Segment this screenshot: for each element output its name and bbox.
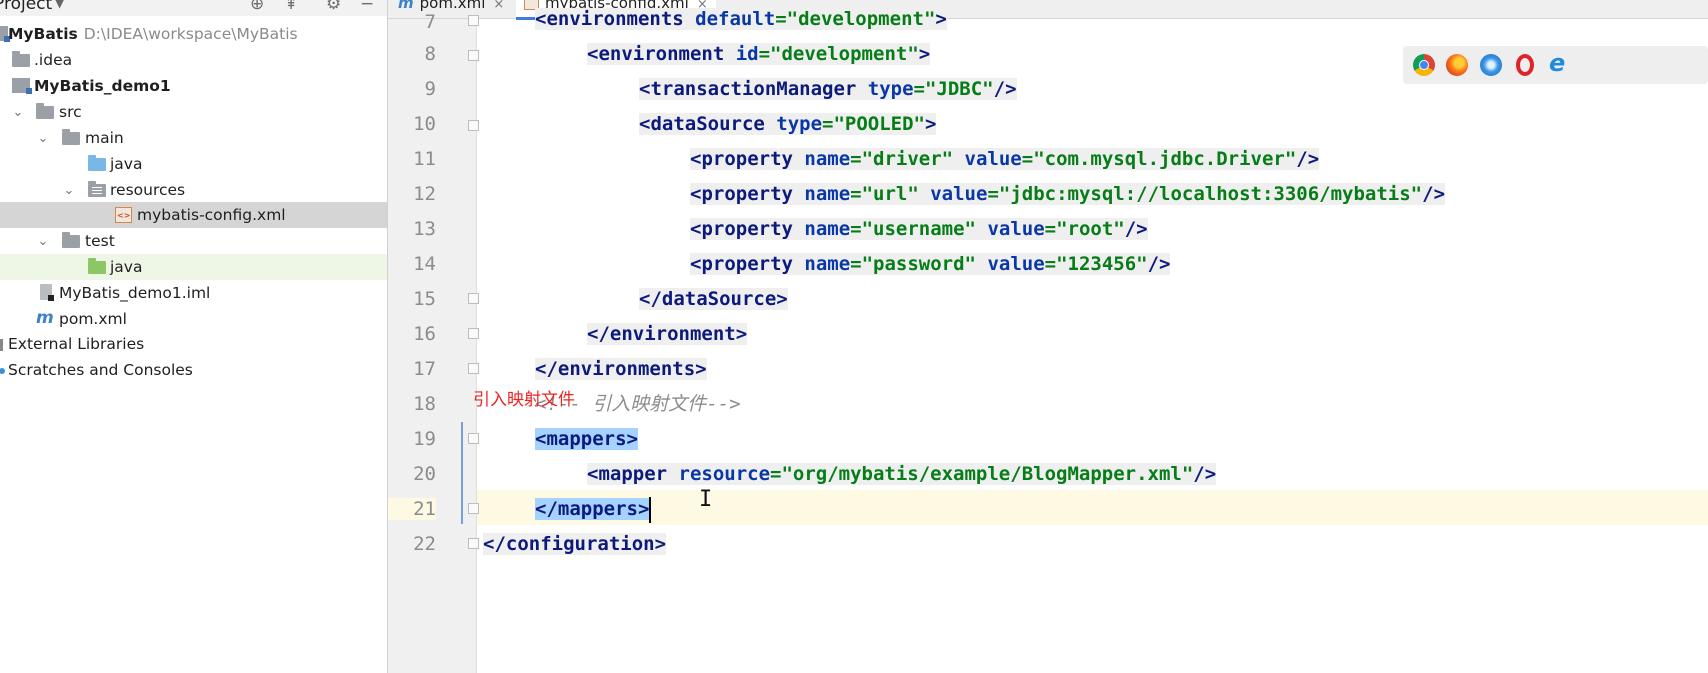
line-number: 10 xyxy=(413,113,436,135)
resources-folder-icon xyxy=(88,181,106,197)
hide-icon[interactable]: − xyxy=(360,0,374,14)
line-number: 12 xyxy=(413,183,436,205)
tree-item-label: java xyxy=(110,155,143,173)
code-line: <mappers> xyxy=(535,428,638,450)
tree-item-iml[interactable]: MyBatis_demo1.iml xyxy=(0,280,387,306)
code-line: <environment id="development"> xyxy=(587,43,931,65)
tree-item-mybatis-demo1[interactable]: MyBatis_demo1 xyxy=(0,73,387,99)
text-cursor-icon: I xyxy=(699,487,713,512)
project-panel-header: Project ▼ ⊕ ⇞ ⚙ − xyxy=(0,0,387,16)
chevron-down-icon[interactable]: ▼ xyxy=(55,0,64,10)
tree-item-label: External Libraries xyxy=(8,335,145,353)
code-line: </environment> xyxy=(587,323,748,345)
project-panel-title[interactable]: Project xyxy=(0,0,52,14)
tree-item-label: test xyxy=(85,232,115,250)
change-marker xyxy=(461,422,463,524)
project-panel: Project ▼ ⊕ ⇞ ⚙ − MyBatis D:\IDEA\workspa… xyxy=(0,0,388,673)
tree-item-label: main xyxy=(85,129,124,147)
scratches-icon xyxy=(0,368,5,374)
code-line: <transactionManager type="JDBC"/> xyxy=(639,78,1017,100)
code-line: <property name="username" value="root"/> xyxy=(690,218,1148,240)
code-line: </dataSource> xyxy=(639,288,788,310)
close-icon[interactable]: × xyxy=(493,0,504,12)
locate-icon[interactable]: ⊕ xyxy=(250,0,264,14)
tree-item-idea[interactable]: .idea xyxy=(0,47,387,73)
tree-item-external-libraries[interactable]: External Libraries xyxy=(0,331,387,357)
tree-item-java-test[interactable]: java xyxy=(0,254,387,280)
opera-icon[interactable] xyxy=(1516,54,1534,76)
code-line: </configuration> xyxy=(483,533,667,555)
code-line: </environments> xyxy=(535,358,707,380)
code-editor[interactable]: <environments default="development"> <en… xyxy=(477,8,1708,673)
line-number: 16 xyxy=(413,323,436,345)
line-number: 20 xyxy=(413,463,436,485)
tree-item-label: MyBatis xyxy=(8,25,78,43)
tree-item-main[interactable]: ⌄ main xyxy=(0,125,387,151)
chevron-down-icon[interactable]: ⌄ xyxy=(36,234,50,249)
code-line: <property name="driver" value="com.mysql… xyxy=(690,148,1320,170)
tree-item-src[interactable]: ⌄ src xyxy=(0,99,387,125)
tree-item-label: src xyxy=(59,103,82,121)
line-number: 18 xyxy=(413,393,436,415)
overlay-caption: 引入映射文件 xyxy=(473,390,575,410)
folder-icon xyxy=(62,232,80,248)
safari-icon[interactable] xyxy=(1480,54,1502,76)
line-number: 7 xyxy=(424,11,436,33)
xml-file-icon xyxy=(115,207,132,223)
chevron-down-icon[interactable]: ⌄ xyxy=(36,131,50,146)
test-source-folder-icon xyxy=(88,258,106,274)
tree-item-label: .idea xyxy=(34,51,73,69)
tree-item-label: MyBatis_demo1.iml xyxy=(59,284,211,302)
line-number: 11 xyxy=(413,148,436,170)
tree-item-label: pom.xml xyxy=(59,310,127,328)
code-line: <dataSource type="POOLED"> xyxy=(639,113,937,135)
line-number: 19 xyxy=(413,428,436,450)
tree-item-label: java xyxy=(110,258,143,276)
folder-icon xyxy=(12,51,30,67)
line-number: 13 xyxy=(413,218,436,240)
module-folder-icon xyxy=(12,78,32,94)
tree-item-label: MyBatis_demo1 xyxy=(34,77,171,95)
project-path: D:\IDEA\workspace\MyBatis xyxy=(83,25,298,43)
code-line: </mappers> xyxy=(535,492,652,527)
iml-file-icon xyxy=(40,284,54,301)
line-number: 21 xyxy=(388,498,436,520)
library-icon xyxy=(0,339,3,351)
module-folder-icon xyxy=(0,26,10,42)
tree-item-pom[interactable]: m pom.xml xyxy=(0,306,387,332)
code-line: <environments default="development"> xyxy=(535,8,947,30)
code-line: <property name="url" value="jdbc:mysql:/… xyxy=(690,183,1446,205)
source-folder-icon xyxy=(88,155,106,171)
editor-gutter: 7 8 9 10 11 12 13 14 15 16 17 18 19 20 2… xyxy=(388,11,479,673)
code-line: <property name="password" value="123456"… xyxy=(690,253,1171,275)
tree-item-label: resources xyxy=(110,181,186,199)
firefox-icon[interactable] xyxy=(1446,54,1468,76)
chevron-down-icon[interactable]: ⌄ xyxy=(62,183,76,198)
ie-icon[interactable]: e xyxy=(1549,49,1571,77)
text-caret xyxy=(649,496,652,523)
code-line: <mapper resource="org/mybatis/example/Bl… xyxy=(587,463,1217,485)
line-number: 22 xyxy=(413,533,436,555)
folder-icon xyxy=(36,103,54,119)
tree-item-scratches[interactable]: Scratches and Consoles xyxy=(0,357,387,383)
chrome-icon[interactable] xyxy=(1413,54,1435,76)
tree-item-mybatis[interactable]: MyBatis D:\IDEA\workspace\MyBatis xyxy=(0,21,387,47)
tree-item-java-main[interactable]: java xyxy=(0,151,387,177)
folder-icon xyxy=(62,129,80,145)
line-number: 17 xyxy=(413,358,436,380)
gear-icon[interactable]: ⚙ xyxy=(326,0,341,14)
tree-item-mybatis-config[interactable]: mybatis-config.xml xyxy=(0,202,387,228)
tree-item-resources[interactable]: ⌄ resources xyxy=(0,177,387,203)
line-number: 15 xyxy=(413,288,436,310)
browser-popup: e xyxy=(1403,46,1708,84)
line-number: 8 xyxy=(424,43,436,65)
tree-item-test[interactable]: ⌄ test xyxy=(0,228,387,254)
maven-icon: m xyxy=(36,308,54,328)
tree-item-label: mybatis-config.xml xyxy=(137,206,286,224)
chevron-down-icon[interactable]: ⌄ xyxy=(11,105,25,120)
line-number: 14 xyxy=(413,253,436,275)
line-number: 9 xyxy=(424,78,436,100)
collapse-all-icon[interactable]: ⇞ xyxy=(284,0,298,14)
tree-item-label: Scratches and Consoles xyxy=(8,361,193,379)
